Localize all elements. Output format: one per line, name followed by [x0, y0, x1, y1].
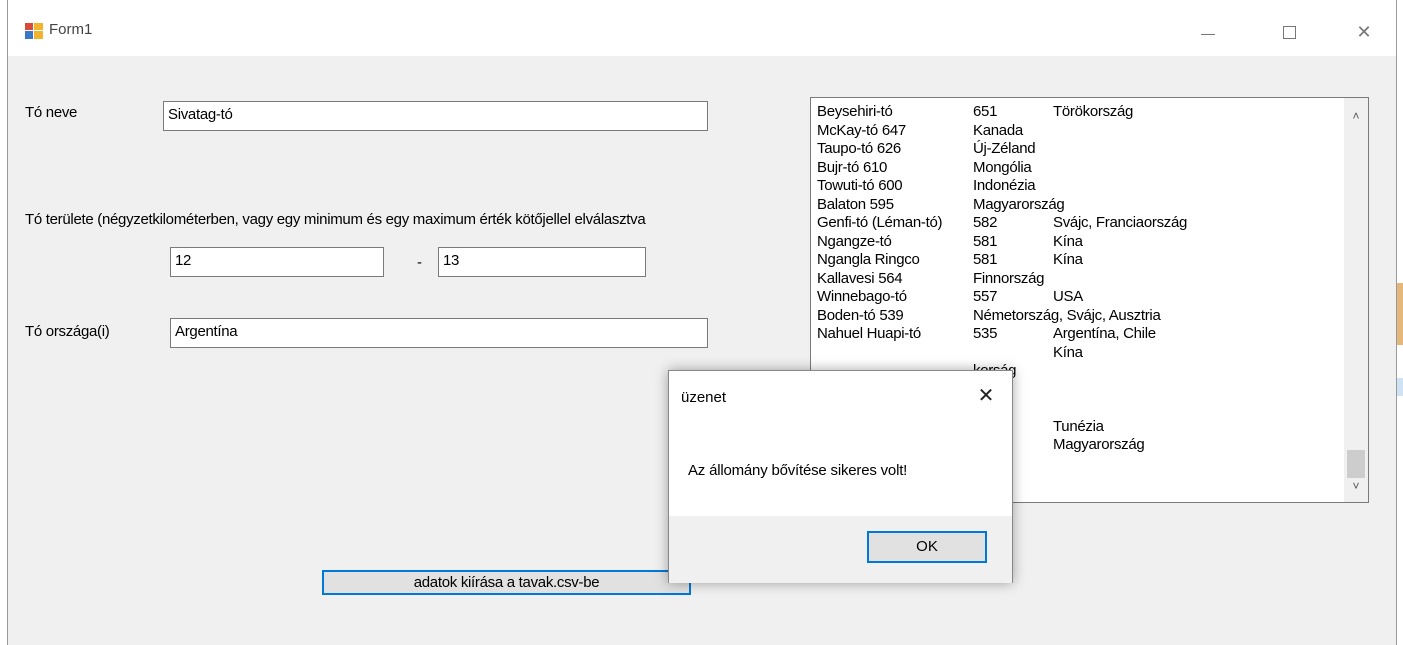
lake-country-input[interactable]: Argentína	[170, 318, 708, 348]
write-csv-button[interactable]: adatok kiírása a tavak.csv-be	[322, 570, 691, 595]
list-cell: Ngangze-tó	[817, 232, 892, 250]
list-cell: Indonézia	[973, 177, 1036, 194]
lake-country-label: Tó országa(i)	[25, 323, 110, 340]
list-cell: Finnország	[973, 269, 1045, 287]
list-cell: Törökország	[1053, 103, 1134, 120]
title-bar[interactable]: Form1 ✕	[8, 0, 1396, 56]
list-cell: Towuti-tó 600	[817, 177, 903, 194]
area-min-input[interactable]: 12	[170, 247, 384, 277]
list-cell: Nahuel Huapi-tó	[817, 325, 921, 342]
background-window-fragment-2	[1397, 378, 1403, 396]
dialog-footer: OK	[669, 516, 1012, 583]
maximize-button[interactable]	[1270, 16, 1310, 48]
area-separator: -	[417, 254, 422, 271]
list-cell: Genfi-tó (Léman-tó)	[817, 214, 943, 231]
list-cell: Tunézia	[1053, 417, 1104, 435]
list-cell: Argentína, Chile	[1053, 325, 1156, 342]
list-cell: Balaton 595	[817, 195, 894, 213]
list-cell: 582	[973, 214, 998, 231]
list-cell: Taupo-tó 626	[817, 140, 901, 157]
list-cell: Kallavesi 564	[817, 269, 903, 287]
close-button[interactable]: ✕	[1344, 16, 1384, 48]
list-cell: 581	[973, 232, 998, 250]
list-cell: Új-Zéland	[973, 140, 1036, 157]
scroll-down-icon[interactable]: ˅	[1344, 476, 1368, 496]
background-left	[0, 0, 7, 645]
list-cell: Boden-tó 539	[817, 306, 904, 324]
dialog-close-icon[interactable]: ✕	[969, 381, 1003, 411]
scroll-up-icon[interactable]: ˄	[1344, 106, 1368, 126]
window-title: Form1	[49, 21, 93, 38]
list-cell: Mongólia	[973, 158, 1032, 176]
list-cell: Magyarország	[973, 195, 1065, 213]
lake-name-input[interactable]: Sivatag-tó	[163, 101, 708, 131]
list-cell: Kanada	[973, 121, 1023, 139]
list-cell: McKay-tó 647	[817, 121, 906, 139]
minimize-button[interactable]	[1188, 16, 1228, 48]
lake-name-label: Tó neve	[25, 104, 78, 121]
list-cell: Magyarország	[1053, 436, 1145, 453]
listbox-scrollbar[interactable]: ˄ ˅	[1344, 98, 1368, 502]
list-cell: Svájc, Franciaország	[1053, 214, 1188, 231]
list-cell: Kína	[1053, 343, 1083, 361]
list-cell: Ngangla Ringco	[817, 251, 920, 268]
message-dialog: üzenet ✕ Az állomány bővítése sikeres vo…	[668, 370, 1013, 583]
list-cell: 581	[973, 251, 998, 268]
list-cell: Németország, Svájc, Ausztria	[973, 306, 1161, 324]
area-max-input[interactable]: 13	[438, 247, 646, 277]
list-cell: 535	[973, 325, 998, 342]
scroll-thumb[interactable]	[1347, 450, 1365, 478]
lake-area-label: Tó területe (négyzetkilométerben, vagy e…	[25, 211, 646, 228]
ok-button[interactable]: OK	[867, 531, 987, 563]
list-cell: Kína	[1053, 251, 1083, 268]
list-cell: 557	[973, 288, 998, 305]
dialog-title: üzenet	[681, 389, 727, 406]
list-cell: Beysehiri-tó	[817, 103, 893, 120]
background-window-fragment	[1397, 283, 1403, 345]
maximize-icon	[1283, 26, 1296, 39]
list-cell: Winnebago-tó	[817, 288, 907, 305]
list-cell: Bujr-tó 610	[817, 158, 888, 176]
app-icon	[25, 23, 43, 39]
list-cell: 651	[973, 103, 998, 120]
list-cell: Kína	[1053, 232, 1083, 250]
minimize-icon	[1201, 34, 1215, 35]
dialog-message: Az állomány bővítése sikeres volt!	[688, 462, 908, 479]
close-icon: ✕	[1356, 22, 1372, 42]
list-cell: USA	[1053, 288, 1083, 305]
